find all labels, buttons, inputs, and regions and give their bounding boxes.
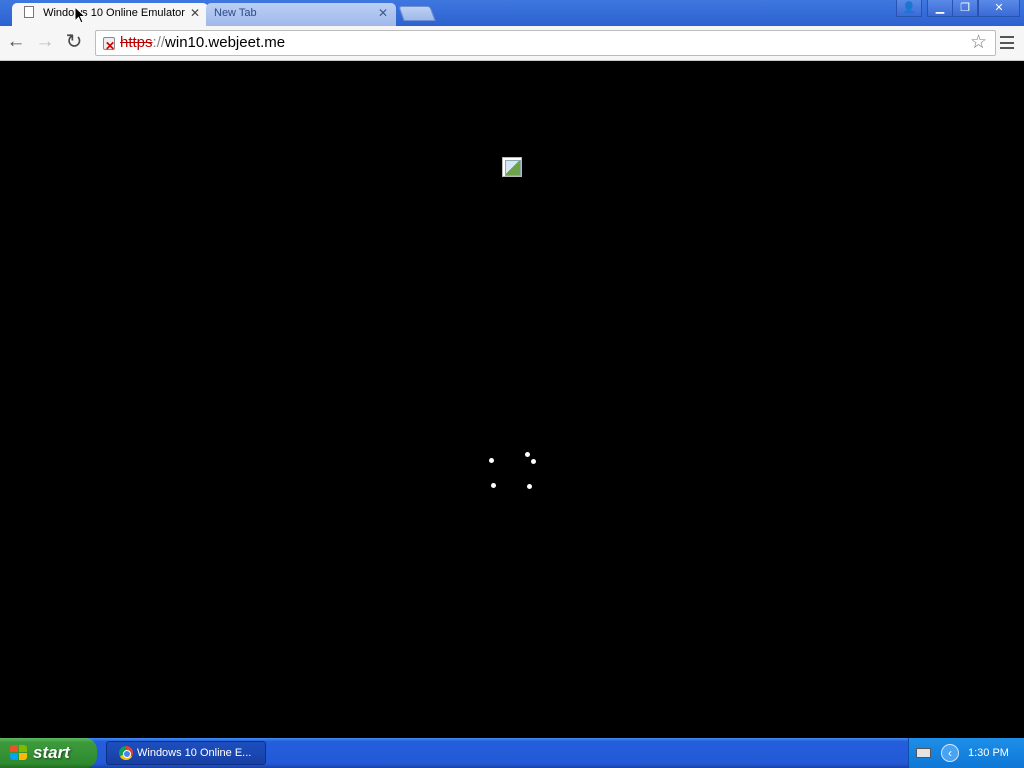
start-label: start [33,743,70,762]
taskbar-button-chrome[interactable]: Windows 10 Online E... [106,741,266,765]
lock-icon[interactable] [103,34,115,58]
menu-icon[interactable] [1000,36,1014,49]
tab-title: Windows 10 Online Emulator [43,7,185,19]
maximize-button[interactable]: ❐ [952,0,978,17]
mouse-cursor-icon [74,6,86,24]
address-url[interactable]: https://win10.webjeet.me [120,31,285,55]
star-icon[interactable]: ☆ [970,31,987,55]
loading-dot [525,452,530,457]
tab-windows-10-emulator[interactable]: Windows 10 Online Emulator ✕ [12,3,208,26]
back-icon[interactable]: ← [4,31,28,55]
close-icon[interactable]: ✕ [190,3,200,24]
new-tab-icon[interactable] [398,6,436,21]
page-icon [24,6,34,18]
tab-title: New Tab [214,7,257,19]
loading-dot [527,484,532,489]
system-tray: ‹ 1:30 PM [908,738,1024,768]
tray-chevron-icon[interactable]: ‹ [941,744,959,762]
keyboard-icon[interactable] [916,748,931,758]
start-button[interactable]: start [0,738,97,768]
tab-new-tab[interactable]: New Tab ✕ [206,3,396,26]
loading-dot [489,458,494,463]
url-separator: :// [152,34,166,51]
url-host: win10.webjeet.me [165,34,286,51]
close-icon[interactable]: ✕ [378,3,388,24]
chrome-icon [119,746,133,760]
loading-dot [531,459,536,464]
address-bar[interactable]: https://win10.webjeet.me ☆ [95,30,996,58]
reload-icon[interactable]: ↻ [62,31,86,55]
page-content [0,62,1024,738]
user-profile-button[interactable]: 👤 [896,0,922,17]
broken-image-icon [502,157,522,177]
browser-tab-strip: Windows 10 Online Emulator ✕ New Tab ✕ 👤… [0,0,1024,26]
taskbar-button-label: Windows 10 Online E... [137,747,252,759]
window-close-button[interactable]: ✕ [978,0,1020,17]
minimize-button[interactable]: ▁ [927,0,953,17]
taskbar: start Windows 10 Online E... ‹ 1:30 PM [0,738,1024,768]
windows-flag-icon [10,745,28,761]
url-scheme: https [120,34,153,51]
forward-icon[interactable]: → [33,31,57,55]
browser-toolbar: ← → ↻ https://win10.webjeet.me ☆ [0,26,1024,61]
loading-dot [491,483,496,488]
clock[interactable]: 1:30 PM [968,738,1009,768]
